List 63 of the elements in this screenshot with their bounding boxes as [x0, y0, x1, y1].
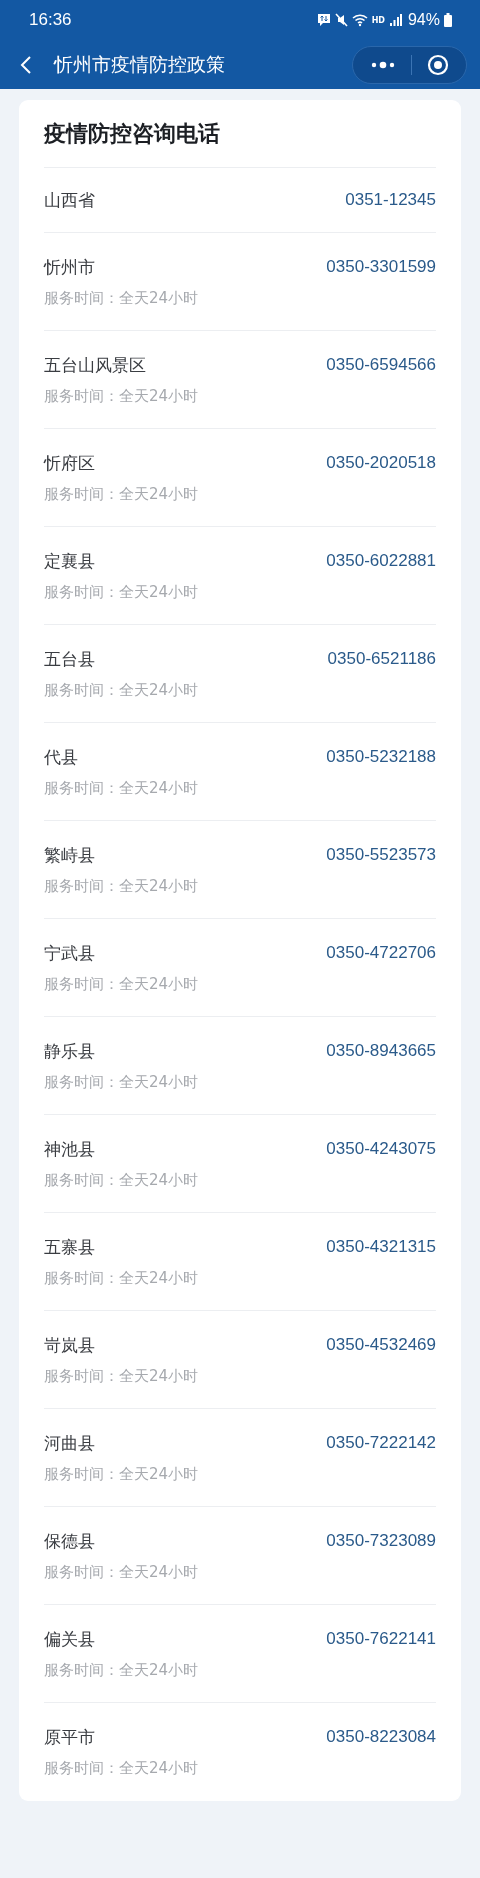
region-name: 五台县 [44, 647, 95, 671]
region-name: 五寨县 [44, 1235, 95, 1259]
phone-link[interactable]: 0350-6521186 [327, 649, 436, 669]
service-hours: 服务时间：全天24小时 [44, 779, 200, 798]
region-name: 宁武县 [44, 941, 95, 965]
service-hours: 服务时间：全天24小时 [44, 681, 200, 700]
phone-link[interactable]: 0350-5232188 [326, 747, 436, 767]
phone-link[interactable]: 0350-2020518 [326, 453, 436, 473]
region-name: 偏关县 [44, 1627, 95, 1651]
phone-link[interactable]: 0350-5523573 [326, 845, 436, 865]
phone-link[interactable]: 0351-12345 [345, 190, 436, 210]
network-label: HD [371, 15, 385, 25]
region-name: 静乐县 [44, 1039, 95, 1063]
region-name: 定襄县 [44, 549, 95, 573]
battery-level: 94% [407, 11, 440, 29]
service-hours: 服务时间：全天24小时 [44, 387, 200, 406]
message-icon [316, 13, 331, 27]
service-hours: 服务时间：全天24小时 [44, 583, 200, 602]
phone-link[interactable]: 0350-4532469 [326, 1335, 436, 1355]
phone-link[interactable]: 0350-6022881 [326, 551, 436, 571]
phone-link[interactable]: 0350-8223084 [326, 1727, 436, 1747]
phone-link[interactable]: 0350-6594566 [326, 355, 436, 375]
service-hours: 服务时间：全天24小时 [44, 1759, 200, 1778]
phone-link[interactable]: 0350-7622141 [326, 1629, 436, 1649]
region-name: 忻府区 [44, 451, 95, 475]
service-hours: 服务时间：全天24小时 [44, 1563, 200, 1582]
region-name: 岢岚县 [44, 1333, 95, 1357]
region-name: 保德县 [44, 1529, 95, 1553]
region-name: 河曲县 [44, 1431, 95, 1455]
mute-icon [334, 13, 348, 27]
service-hours: 服务时间：全天24小时 [44, 975, 200, 994]
service-hours: 服务时间：全天24小时 [44, 1465, 200, 1484]
close-icon[interactable] [426, 53, 449, 76]
service-hours: 服务时间：全天24小时 [44, 877, 200, 896]
more-icon[interactable] [370, 60, 397, 69]
phone-link[interactable]: 0350-4243075 [326, 1139, 436, 1159]
service-hours: 服务时间：全天24小时 [44, 1661, 200, 1680]
phone-link[interactable]: 0350-8943665 [326, 1041, 436, 1061]
region-name: 原平市 [44, 1725, 95, 1749]
phone-link[interactable]: 0350-4321315 [326, 1237, 436, 1257]
phone-link[interactable]: 0350-7222142 [326, 1433, 436, 1453]
service-hours: 服务时间：全天24小时 [44, 1171, 200, 1190]
service-hours: 服务时间：全天24小时 [44, 1269, 200, 1288]
wifi-icon [351, 13, 368, 27]
back-icon[interactable] [20, 54, 32, 75]
battery-icon [444, 13, 452, 27]
region-name: 繁峙县 [44, 843, 95, 867]
service-hours: 服务时间：全天24小时 [44, 1367, 200, 1386]
region-name: 神池县 [44, 1137, 95, 1161]
phone-link[interactable]: 0350-3301599 [326, 257, 436, 277]
service-hours: 服务时间：全天24小时 [44, 485, 200, 504]
region-name: 忻州市 [44, 255, 95, 279]
status-time: 16:36 [29, 10, 72, 30]
region-name: 代县 [44, 745, 78, 769]
service-hours: 服务时间：全天24小时 [44, 289, 200, 308]
page-title: 忻州市疫情防控政策 [54, 51, 226, 77]
card-title: 疫情防控咨询电话 [44, 100, 436, 168]
signal-icon [388, 13, 402, 27]
region-name: 山西省 [44, 188, 95, 212]
service-hours: 服务时间：全天24小时 [44, 1073, 200, 1092]
region-name: 五台山风景区 [44, 353, 146, 377]
phone-link[interactable]: 0350-7323089 [326, 1531, 436, 1551]
phone-link[interactable]: 0350-4722706 [326, 943, 436, 963]
